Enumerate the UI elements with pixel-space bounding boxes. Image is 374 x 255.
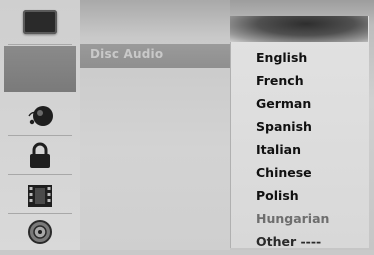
option-french[interactable]: French bbox=[256, 71, 329, 94]
rail-item-disc[interactable] bbox=[4, 212, 76, 252]
option-hungarian[interactable]: Hungarian bbox=[256, 209, 329, 232]
option-italian[interactable]: Italian bbox=[256, 140, 329, 163]
option-polish[interactable]: Polish bbox=[256, 186, 329, 209]
option-chinese[interactable]: Chinese bbox=[256, 163, 329, 186]
rail-divider bbox=[8, 174, 72, 175]
option-german[interactable]: German bbox=[256, 94, 329, 117]
language-globe-icon bbox=[22, 100, 58, 132]
rail-item-disc-tray[interactable] bbox=[4, 2, 76, 42]
option-other[interactable]: Other ---- bbox=[256, 232, 329, 255]
disc-icon bbox=[22, 216, 58, 248]
rail-item-selected[interactable] bbox=[4, 46, 76, 92]
rail-divider bbox=[8, 44, 72, 45]
settings-list bbox=[80, 0, 230, 250]
rail-item-lock[interactable] bbox=[4, 136, 76, 176]
film-icon bbox=[22, 180, 58, 212]
disc-tray-icon bbox=[23, 10, 57, 34]
rail-item-language[interactable] bbox=[4, 96, 76, 136]
setup-category-rail bbox=[0, 0, 81, 250]
option-english[interactable]: English bbox=[256, 48, 329, 71]
language-option-list: English French German Spanish Italian Ch… bbox=[256, 48, 329, 255]
lock-icon bbox=[22, 140, 58, 172]
option-spanish[interactable]: Spanish bbox=[256, 117, 329, 140]
options-panel-header bbox=[230, 16, 368, 42]
rail-item-film[interactable] bbox=[4, 176, 76, 216]
setting-label-disc-audio[interactable]: Disc Audio bbox=[90, 47, 163, 61]
